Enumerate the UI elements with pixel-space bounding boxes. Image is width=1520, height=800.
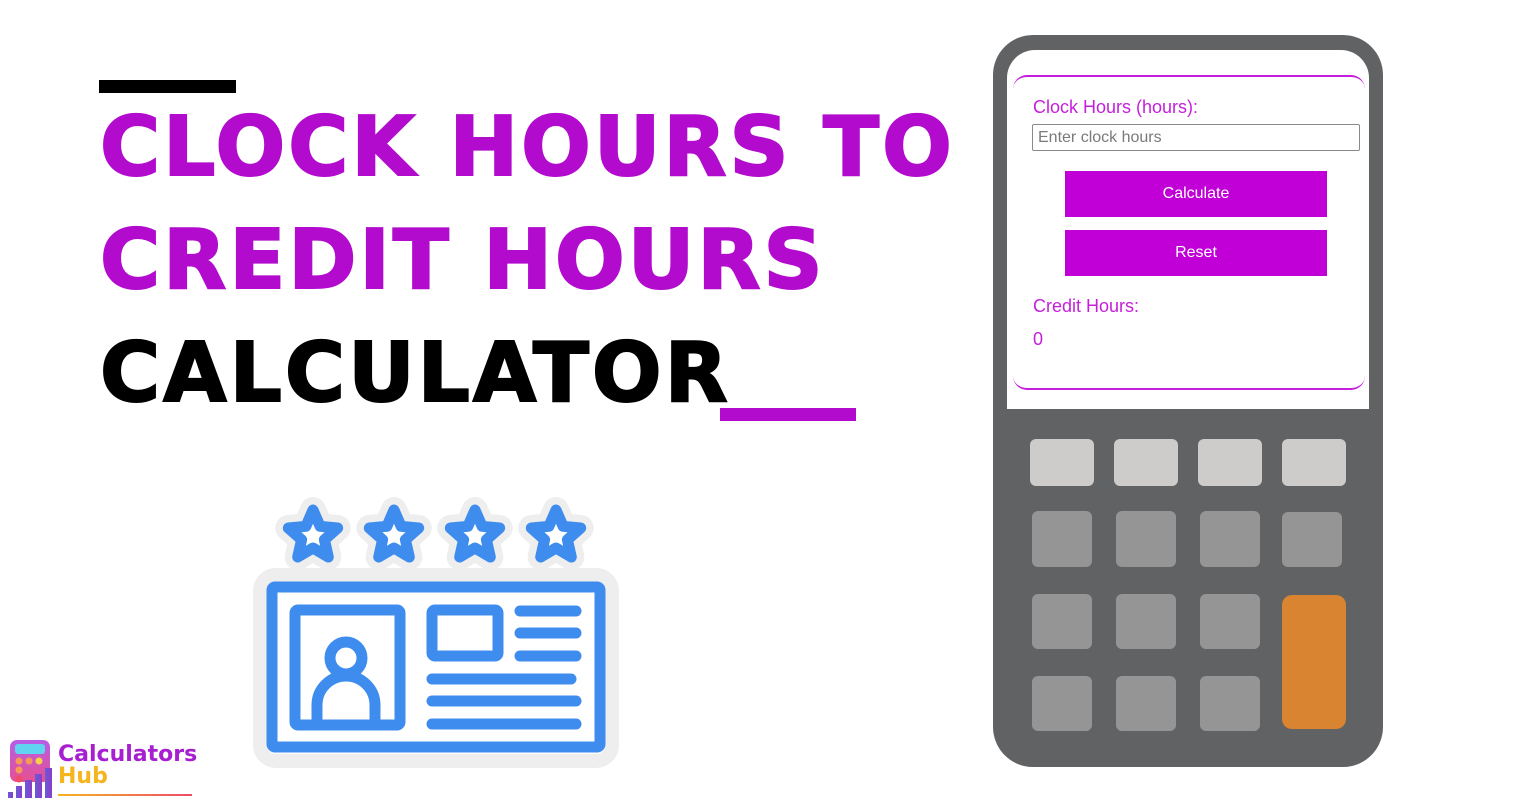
keypad-key <box>1032 676 1092 731</box>
keypad-key <box>1116 594 1176 649</box>
calculator-screen: Clock Hours (hours): Calculate Reset Cre… <box>1007 50 1369 409</box>
small-box <box>426 604 504 662</box>
star-icons <box>275 497 594 570</box>
keypad-key <box>1282 439 1346 486</box>
clock-hours-input[interactable] <box>1032 124 1360 151</box>
keypad-key <box>1200 676 1260 731</box>
calculate-button[interactable]: Calculate <box>1065 171 1327 217</box>
credit-hours-label: Credit Hours: <box>1033 296 1140 316</box>
keypad-key <box>1198 439 1262 486</box>
title-accent-bar-bottom <box>720 408 856 421</box>
calculators-hub-logo[interactable]: Calculators Hub <box>6 738 198 800</box>
calculator-form: Clock Hours (hours): Calculate Reset Cre… <box>1013 75 1365 390</box>
keypad-key <box>1114 439 1178 486</box>
keypad-key <box>1200 511 1260 567</box>
clock-hours-label: Clock Hours (hours): <box>1033 97 1199 117</box>
keypad-key <box>1032 511 1092 567</box>
keypad-key <box>1116 676 1176 731</box>
credit-hours-result: 0 <box>1033 329 1044 349</box>
keypad-key <box>1282 512 1342 567</box>
rating-id-card-icon <box>253 497 619 768</box>
logo-text-hub: Hub <box>58 764 108 789</box>
keypad-key <box>1200 594 1260 649</box>
keypad-key-equals <box>1282 595 1346 729</box>
reset-button[interactable]: Reset <box>1065 230 1327 276</box>
page-title-line-3: CALCULATOR <box>99 326 731 421</box>
calculator-device: Clock Hours (hours): Calculate Reset Cre… <box>993 35 1383 767</box>
keypad-key <box>1032 594 1092 649</box>
photo-frame <box>289 604 406 731</box>
person-head <box>324 636 368 680</box>
keypad-key <box>1116 511 1176 567</box>
person-body <box>311 670 381 730</box>
calculator-chart-logo-icon <box>8 740 52 798</box>
page-title-line-1: CLOCK HOURS TO <box>99 100 955 195</box>
logo-text-calculators: Calculators <box>58 742 198 767</box>
keypad-key <box>1030 439 1094 486</box>
page-title-line-2: CREDIT HOURS <box>99 213 826 308</box>
title-accent-bar-top <box>99 80 236 93</box>
logo-underline <box>58 794 192 796</box>
